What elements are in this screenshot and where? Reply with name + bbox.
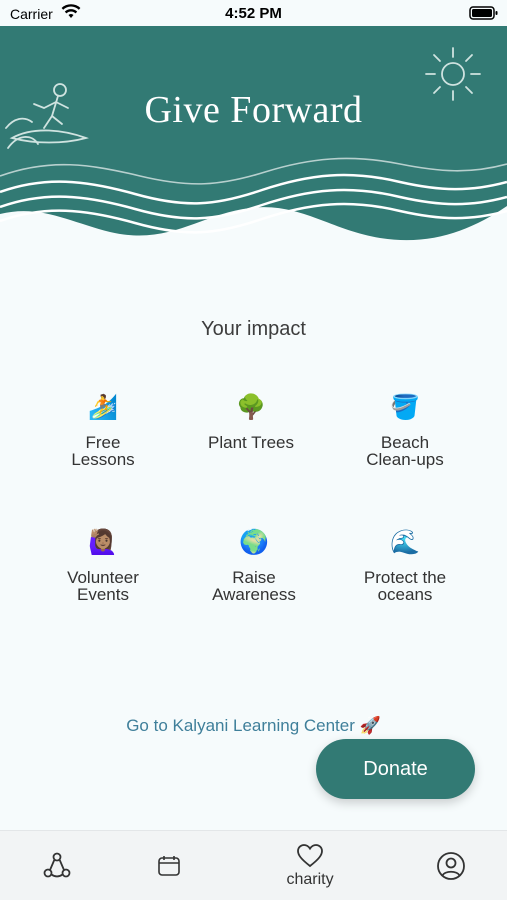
impact-item-label: Free Lessons (71, 433, 135, 469)
battery-icon (469, 6, 498, 20)
clock: 4:52 PM (225, 5, 282, 22)
learning-center-link[interactable]: Go to Kalyani Learning Center 🚀 (0, 716, 507, 736)
wave-emoji-icon: 🌊 (390, 529, 420, 556)
tab-profile[interactable] (406, 831, 496, 900)
status-bar: Carrier 4:52 PM (0, 0, 507, 26)
impact-item-label: Protect the oceans (363, 568, 447, 604)
impact-item-beach-cleanups[interactable]: 🪣 Beach Clean-ups (330, 394, 480, 468)
header-banner: Give Forward (0, 26, 507, 246)
impact-item-label: Volunteer Events (67, 568, 139, 604)
impact-item-free-lessons[interactable]: 🏄 Free Lessons (28, 394, 178, 468)
impact-item-label: Raise Awareness (212, 568, 296, 604)
impact-heading: Your impact (201, 318, 306, 340)
impact-item-volunteer-events[interactable]: 🙋🏽‍♀️ Volunteer Events (28, 529, 178, 603)
calendar-icon (158, 856, 180, 876)
tree-emoji-icon: 🌳 (236, 394, 266, 421)
raising-hand-emoji-icon: 🙋🏽‍♀️ (88, 529, 118, 556)
tab-charity-label: charity (286, 871, 334, 888)
tab-charity[interactable]: charity (265, 831, 355, 900)
impact-item-protect-oceans[interactable]: 🌊 Protect the oceans (330, 529, 480, 603)
community-icon (43, 852, 71, 878)
tab-community[interactable] (12, 831, 102, 900)
bucket-emoji-icon: 🪣 (390, 394, 420, 421)
profile-icon (437, 852, 465, 880)
impact-item-raise-awareness[interactable]: 🌍 Raise Awareness (179, 529, 329, 603)
app-title: Give Forward (144, 89, 363, 131)
donate-button[interactable]: Donate (316, 739, 475, 799)
impact-item-label: Plant Trees (208, 433, 294, 452)
tab-bar: charity (0, 830, 507, 900)
impact-item-label: Beach Clean-ups (366, 433, 444, 469)
surfer-emoji-icon: 🏄 (88, 394, 118, 421)
globe-emoji-icon: 🌍 (239, 529, 269, 556)
heart-icon (297, 844, 323, 868)
impact-item-plant-trees[interactable]: 🌳 Plant Trees (176, 394, 326, 451)
tab-calendar[interactable] (124, 831, 214, 900)
